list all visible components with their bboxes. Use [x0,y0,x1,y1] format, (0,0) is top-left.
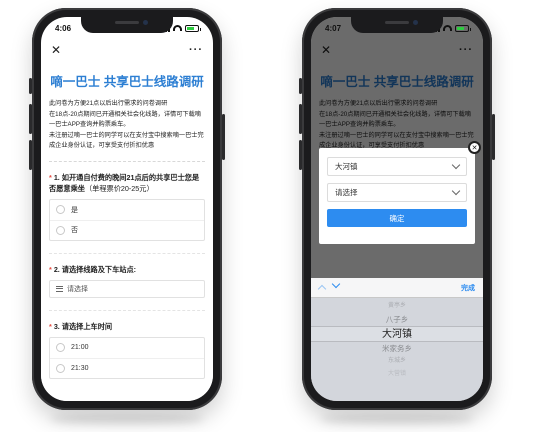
option-label: 否 [71,227,78,234]
option-label: 是 [71,206,78,214]
battery-icon [185,24,201,32]
option-yes[interactable]: 是 [50,200,204,220]
radio-icon[interactable] [56,225,65,235]
phone-frame-right: 4:07 ✕ ··· 嘀一巴士 共享巴士线路调研 此问卷为方便21点以后出行需求… [299,8,495,410]
mute-switch [29,78,32,94]
power-button [222,114,225,160]
picker-item[interactable]: 大营镇 [388,368,406,381]
radio-icon[interactable] [56,363,65,373]
option-no[interactable]: 否 [50,219,204,240]
picker-wheel[interactable]: 黄亭乡 八子乡 大河镇 米家务乡 东城乡 大营镇 [311,300,483,401]
chevron-up-icon[interactable] [317,284,327,294]
chevron-down-icon [451,186,461,196]
nav-bar: ✕ ··· [41,39,213,61]
notch [351,17,443,33]
screen-right: 4:07 ✕ ··· 嘀一巴士 共享巴士线路调研 此问卷为方便21点以后出行需求… [311,17,483,401]
question-3-options: 21:00 21:30 [49,336,205,379]
more-icon[interactable]: ··· [189,44,203,56]
picker-item[interactable]: 东城乡 [388,355,406,368]
intro-line: 此问卷为方便21点以后出行需求的问卷调研 [49,100,168,107]
survey-title: 嘀一巴士 共享巴士线路调研 [50,75,204,89]
phone-frame-left: 4:06 ✕ ··· 嘀一巴士 共享巴士线路调研 此问卷为方便21点以后出行需求… [29,8,225,410]
volume-up-button [29,104,32,134]
picker-item[interactable]: 八子乡 [386,313,409,326]
route-select-placeholder: 请选择 [67,285,88,293]
town-dropdown[interactable]: 大河镇 [327,157,467,176]
list-icon [56,285,63,292]
radio-icon[interactable] [56,343,65,352]
question-1-options: 是 否 [49,198,205,241]
town-dropdown-value: 大河镇 [335,162,358,171]
option-2130[interactable]: 21:30 [50,357,204,378]
survey-intro: 此问卷为方便21点以后出行需求的问卷调研 在18点-20点期间已开通相关社会化线… [49,99,205,162]
picker-item[interactable]: 米家务乡 [382,342,412,355]
wifi-icon [443,25,452,31]
radio-icon[interactable] [56,205,65,214]
close-icon[interactable]: ✕ [468,141,481,154]
question-2: * 2. 请选择线路及下车站点: [49,264,205,275]
question-1: * 1. 如开通自付费的晚间21点后的共享巴士您是否愿意乘坐（单程票价20-25… [49,172,205,194]
option-2100[interactable]: 21:00 [50,338,204,358]
picker-toolbar: 完成 [311,278,483,298]
required-mark: * [49,321,52,331]
chevron-down-icon [451,160,461,170]
volume-down-button [299,140,302,170]
question-2-label: 2. 请选择线路及下车站点: [53,264,137,274]
intro-line: 在18点-20点期间已开通相关社会化线路，详情可下载嘀一巴士APP查询并购票乘车… [49,110,201,129]
divider [49,309,205,311]
power-button [492,114,495,160]
picker-sheet: 完成 黄亭乡 八子乡 大河镇 米家务乡 东城乡 大营镇 [311,278,483,401]
volume-up-button [299,104,302,134]
chevron-down-icon[interactable] [331,279,341,289]
battery-icon [455,24,471,32]
status-time: 4:06 [55,23,72,33]
divider [49,252,205,254]
required-mark: * [49,172,52,182]
picker-item[interactable]: 黄亭乡 [388,300,406,313]
confirm-button[interactable]: 确定 [327,209,467,227]
volume-down-button [29,140,32,170]
status-time: 4:07 [325,23,342,33]
survey-content: 嘀一巴士 共享巴士线路调研 此问卷为方便21点以后出行需求的问卷调研 在18点-… [41,63,213,401]
option-label: 21:30 [71,364,89,372]
route-selection-modal: 大河镇 请选择 确定 [319,148,475,244]
required-mark: * [49,264,52,274]
mute-switch [299,78,302,94]
notch [81,17,173,33]
intro-line: 未注册过嘀一巴士的同学可以在支付宝中搜索嘀一巴士完成企业身份认证，可享受支付折扣… [49,131,204,150]
stop-dropdown-value: 请选择 [335,188,358,197]
done-button[interactable]: 完成 [461,283,475,293]
close-icon[interactable]: ✕ [51,43,61,57]
option-label: 21:00 [71,344,89,351]
stop-dropdown[interactable]: 请选择 [327,183,467,202]
question-3-label: 3. 请选择上车时间 [53,321,113,331]
screen-left: 4:06 ✕ ··· 嘀一巴士 共享巴士线路调研 此问卷为方便21点以后出行需求… [41,17,213,401]
question-3: * 3. 请选择上车时间 [49,321,205,332]
wifi-icon [173,25,182,31]
picker-item-selected[interactable]: 大河镇 [311,326,483,342]
route-select[interactable]: 请选择 [49,279,205,298]
question-1-hint: （单程票价20-25元） [84,183,154,193]
